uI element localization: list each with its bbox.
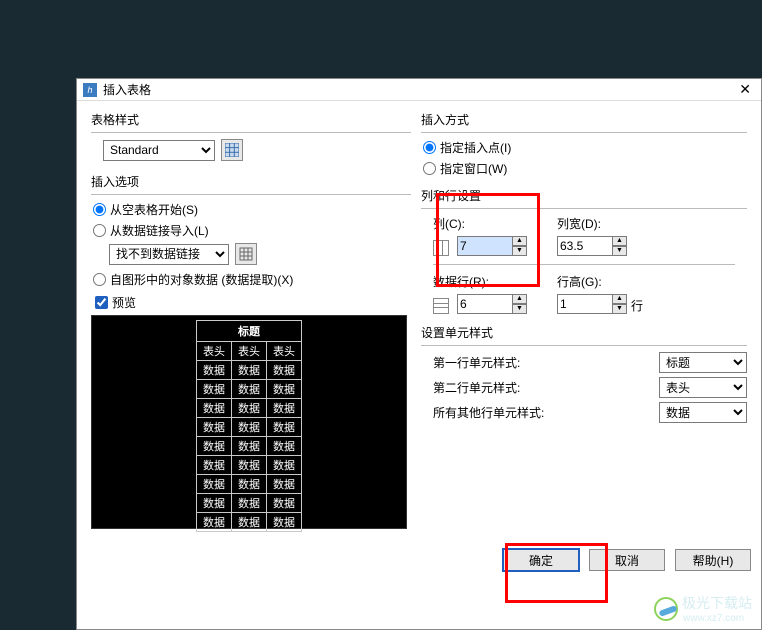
titlebar: h 插入表格 ✕ <box>77 79 761 101</box>
watermark: 极光下载站 www.xz7.com <box>654 593 752 624</box>
first-row-style-label: 第一行单元样式: <box>433 354 520 371</box>
other-row-style-combo[interactable]: 数据 <box>659 402 747 423</box>
spin-up-icon[interactable]: ▲ <box>513 294 527 304</box>
table-style-label: 表格样式 <box>91 111 411 128</box>
row-height-label: 行高(G): <box>557 273 643 290</box>
cancel-button[interactable]: 取消 <box>589 549 665 571</box>
grid-icon <box>225 143 239 157</box>
radio-from-extract[interactable]: 自图形中的对象数据 (数据提取)(X) <box>93 271 411 288</box>
divider <box>421 345 747 346</box>
radio-specify-point-label: 指定插入点(I) <box>440 139 511 156</box>
preview-pane: 标题 表头 表头 表头 数据数据数据 数据数据数据 数据数据数据 数据数据数据 … <box>91 315 407 529</box>
radio-specify-window[interactable]: 指定窗口(W) <box>423 160 747 177</box>
radio-from-link[interactable]: 从数据链接导入(L) <box>93 222 411 239</box>
close-icon[interactable]: ✕ <box>735 81 755 98</box>
data-rows-spinner[interactable]: ▲▼ <box>457 294 527 314</box>
radio-from-empty[interactable]: 从空表格开始(S) <box>93 201 411 218</box>
watermark-text: 极光下载站 <box>682 593 752 613</box>
radio-from-empty-input[interactable] <box>93 203 106 216</box>
spin-down-icon[interactable]: ▼ <box>613 304 627 314</box>
radio-specify-window-input[interactable] <box>423 162 436 175</box>
second-row-style-combo[interactable]: 表头 <box>659 377 747 398</box>
columns-spinner[interactable]: ▲▼ <box>457 236 527 256</box>
radio-from-empty-label: 从空表格开始(S) <box>110 201 198 218</box>
table-style-combo[interactable]: Standard <box>103 140 215 161</box>
columns-icon <box>433 240 449 256</box>
spin-down-icon[interactable]: ▼ <box>513 246 527 256</box>
radio-specify-window-label: 指定窗口(W) <box>440 160 507 177</box>
divider <box>91 194 411 195</box>
spin-up-icon[interactable]: ▲ <box>613 294 627 304</box>
data-link-combo[interactable]: 找不到数据链接 <box>109 244 229 265</box>
preview-checkbox-label: 预览 <box>112 294 136 311</box>
divider <box>421 208 747 209</box>
left-column: 表格样式 Standard 插入选项 <box>91 111 411 529</box>
insert-options-label: 插入选项 <box>91 173 411 190</box>
spin-down-icon[interactable]: ▼ <box>613 246 627 256</box>
col-width-spinner[interactable]: ▲▼ <box>557 236 627 256</box>
dialog-content: 表格样式 Standard 插入选项 <box>77 101 761 539</box>
pv-title: 标题 <box>197 321 302 342</box>
pv-header: 表头 <box>197 342 232 361</box>
col-width-label: 列宽(D): <box>557 215 627 232</box>
dialog-title: 插入表格 <box>103 81 735 98</box>
app-icon: h <box>83 83 97 97</box>
divider <box>433 264 735 265</box>
dialog-buttons: 确定 取消 帮助(H) <box>503 549 751 571</box>
pv-header: 表头 <box>267 342 302 361</box>
help-button[interactable]: 帮助(H) <box>675 549 751 571</box>
radio-from-extract-input[interactable] <box>93 273 106 286</box>
right-column: 插入方式 指定插入点(I) 指定窗口(W) 列和行设置 列(C): <box>421 111 747 529</box>
cell-style-group-label: 设置单元样式 <box>421 324 747 341</box>
col-width-input[interactable] <box>557 236 613 256</box>
second-row-style-label: 第二行单元样式: <box>433 379 520 396</box>
preview-checkbox[interactable]: 预览 <box>95 294 411 311</box>
col-row-settings-label: 列和行设置 <box>421 187 747 204</box>
divider <box>91 132 411 133</box>
divider <box>421 132 747 133</box>
ok-button[interactable]: 确定 <box>503 549 579 571</box>
spin-up-icon[interactable]: ▲ <box>513 236 527 246</box>
radio-from-link-input[interactable] <box>93 224 106 237</box>
grid-icon <box>239 247 253 261</box>
data-rows-label: 数据行(R): <box>433 273 527 290</box>
preview-table: 标题 表头 表头 表头 数据数据数据 数据数据数据 数据数据数据 数据数据数据 … <box>196 320 302 532</box>
insert-table-dialog: h 插入表格 ✕ 表格样式 Standard <box>76 78 762 630</box>
columns-label: 列(C): <box>433 215 527 232</box>
radio-from-link-label: 从数据链接导入(L) <box>110 222 209 239</box>
row-height-spinner[interactable]: ▲▼ <box>557 294 627 314</box>
watermark-url: www.xz7.com <box>683 613 752 624</box>
rows-icon <box>433 298 449 314</box>
data-rows-input[interactable] <box>457 294 513 314</box>
row-unit-label: 行 <box>631 297 643 314</box>
insert-mode-label: 插入方式 <box>421 111 747 128</box>
data-link-browse-button[interactable] <box>235 243 257 265</box>
columns-input[interactable] <box>457 236 513 256</box>
radio-from-extract-label: 自图形中的对象数据 (数据提取)(X) <box>110 271 293 288</box>
watermark-logo-icon <box>654 597 678 621</box>
row-height-input[interactable] <box>557 294 613 314</box>
pv-header: 表头 <box>232 342 267 361</box>
radio-specify-point-input[interactable] <box>423 141 436 154</box>
spin-down-icon[interactable]: ▼ <box>513 304 527 314</box>
preview-checkbox-input[interactable] <box>95 296 108 309</box>
spin-up-icon[interactable]: ▲ <box>613 236 627 246</box>
style-launcher-button[interactable] <box>221 139 243 161</box>
other-row-style-label: 所有其他行单元样式: <box>433 404 544 421</box>
radio-specify-point[interactable]: 指定插入点(I) <box>423 139 747 156</box>
first-row-style-combo[interactable]: 标题 <box>659 352 747 373</box>
